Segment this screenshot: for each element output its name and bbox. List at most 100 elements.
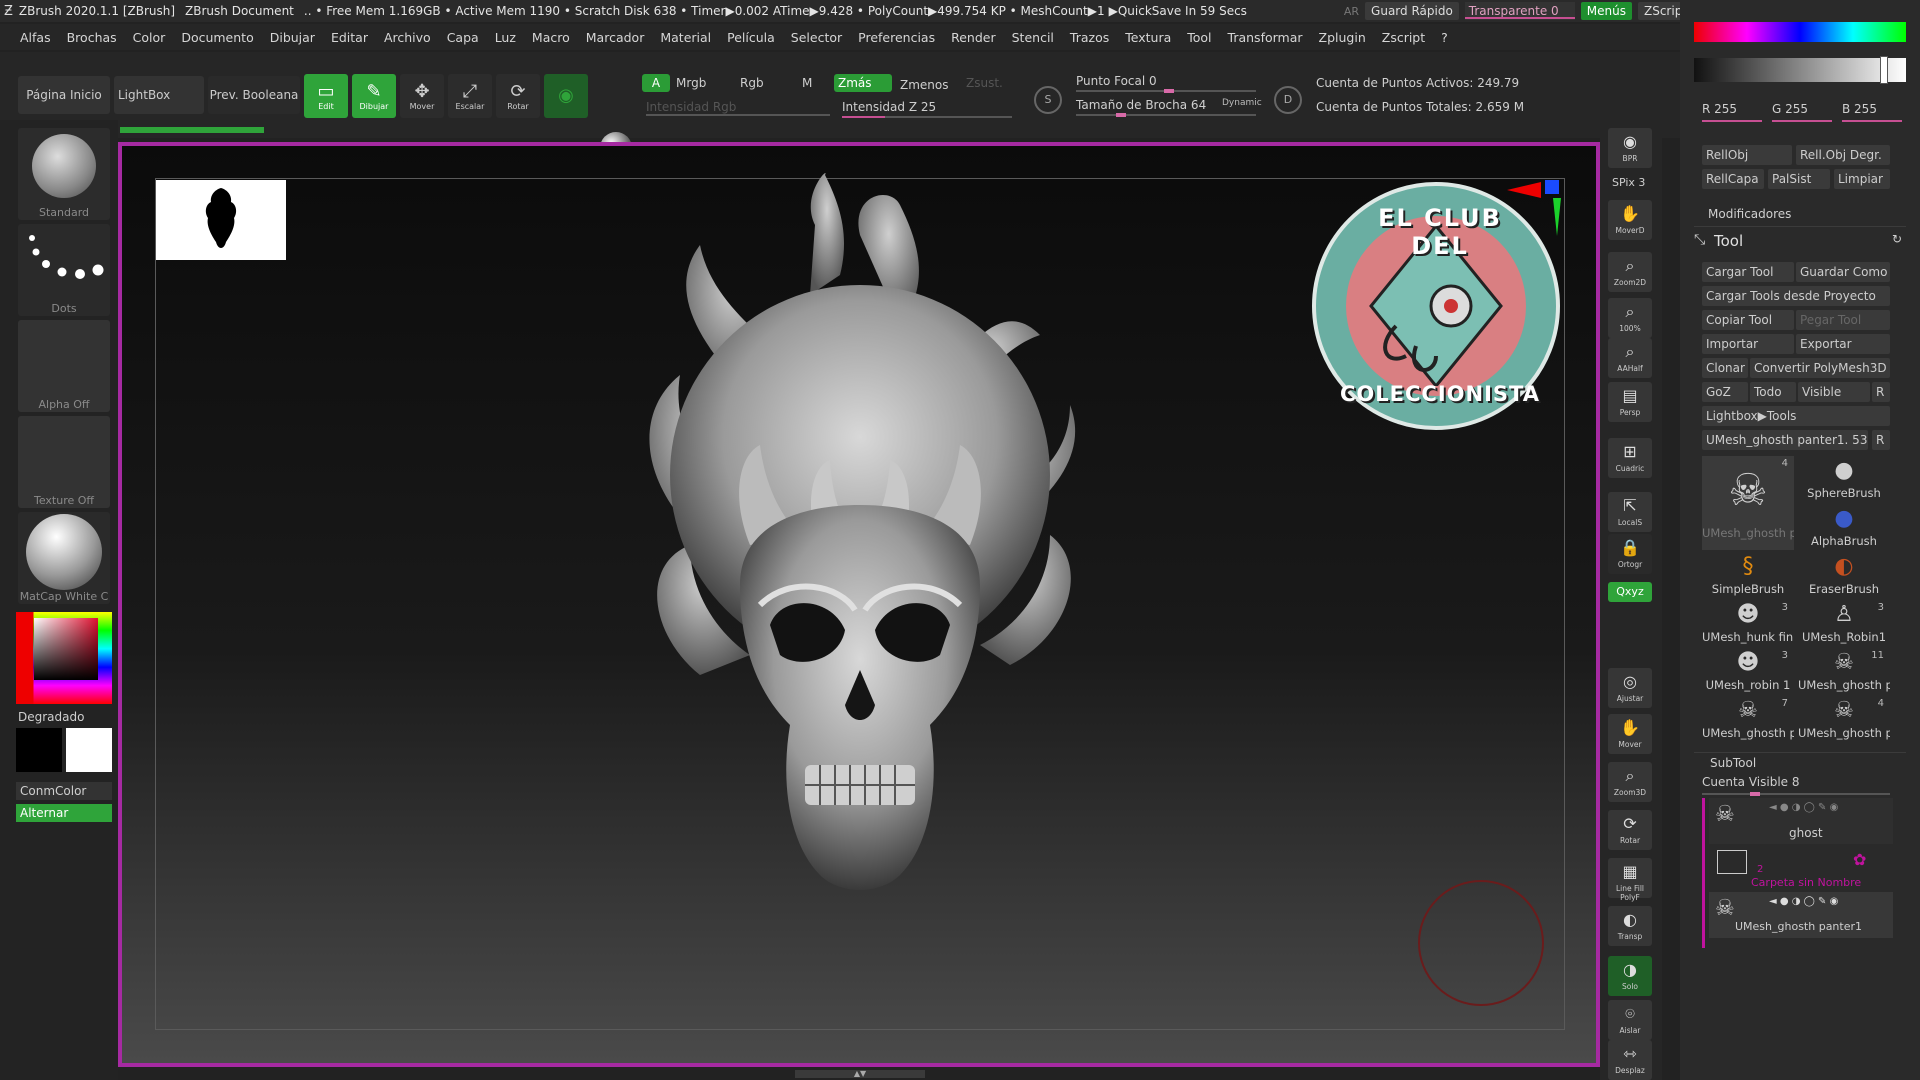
focal-point-label[interactable]: Punto Focal 0	[1076, 74, 1157, 88]
menu-3[interactable]: Documento	[173, 30, 261, 45]
tool-item[interactable]: ● SphereBrush	[1798, 456, 1890, 502]
shelf-btn-100-[interactable]: ⌕ 100%	[1608, 298, 1652, 338]
shelf-btn-rotar[interactable]: ⟳ Rotar	[1608, 810, 1652, 850]
shelf-btn-moverd[interactable]: ✋ MoverD	[1608, 200, 1652, 240]
lazy-mouse-icon[interactable]: S	[1034, 86, 1062, 114]
menu-19[interactable]: Tool	[1179, 30, 1219, 45]
load-project-tools-button[interactable]: Cargar Tools desde Proyecto	[1702, 286, 1890, 306]
focal-point-slider[interactable]	[1076, 89, 1256, 93]
menu-7[interactable]: Capa	[439, 30, 487, 45]
goz-button[interactable]: GoZ	[1702, 382, 1748, 402]
brush-size-slider[interactable]	[1076, 113, 1256, 117]
refresh-icon[interactable]: ↻	[1892, 232, 1902, 246]
tool-item[interactable]: ☠ UMesh_ghosth p 4	[1702, 456, 1794, 550]
gradient-slider-handle[interactable]	[1880, 56, 1888, 84]
spix-label[interactable]: SPix 3	[1612, 176, 1645, 189]
tool-item[interactable]: ☠ UMesh_ghosth p 4	[1798, 696, 1890, 742]
goz-visible-button[interactable]: Visible	[1798, 382, 1870, 402]
tool-item[interactable]: ● AlphaBrush	[1798, 504, 1890, 550]
alpha-channel-toggle[interactable]: A	[642, 74, 670, 92]
menu-10[interactable]: Marcador	[578, 30, 653, 45]
lightbox-tools-button[interactable]: Lightbox▶Tools	[1702, 406, 1890, 426]
shelf-btn-ajustar[interactable]: ◎ Ajustar	[1608, 668, 1652, 708]
rotate-button[interactable]: ⟳ Rotar	[496, 74, 540, 118]
alternate-button[interactable]: Alternar	[16, 804, 112, 822]
shelf-btn-locals[interactable]: ⇱ LocalS	[1608, 492, 1652, 532]
save-as-button[interactable]: Guardar Como	[1796, 262, 1890, 282]
z-intensity-slider[interactable]	[842, 116, 1012, 118]
red-value[interactable]: R 255	[1702, 102, 1737, 116]
export-button[interactable]: Exportar	[1796, 334, 1890, 354]
folder-gear-icon[interactable]: ✿	[1853, 850, 1866, 869]
subtool-folder-row[interactable]: 2 ✿ Carpeta sin Nombre	[1709, 848, 1893, 889]
tool-item[interactable]: § SimpleBrush	[1702, 552, 1794, 598]
fill-object-gradient-button[interactable]: Rell.Obj Degr.	[1796, 145, 1890, 165]
shelf-btn-aahalf[interactable]: ⌕ AAHalf	[1608, 338, 1652, 378]
convert-polymesh-button[interactable]: Convertir PolyMesh3D	[1750, 358, 1890, 378]
tool-item[interactable]: ☻ UMesh_hunk fini 3	[1702, 600, 1794, 646]
lightbox-button[interactable]: LightBox	[114, 76, 204, 114]
gradient-slider[interactable]	[1694, 58, 1906, 82]
menu-11[interactable]: Material	[652, 30, 719, 45]
goz-r-button[interactable]: R	[1872, 382, 1890, 402]
menu-20[interactable]: Transformar	[1220, 30, 1311, 45]
tool-item[interactable]: ☠ UMesh_ghosth p 11	[1798, 648, 1890, 694]
visible-count-slider[interactable]: Cuenta Visible 8	[1702, 775, 1800, 789]
current-tool-slider[interactable]: UMesh_ghosth panter1. 53	[1702, 430, 1868, 450]
draw-button[interactable]: ✎ Dibujar	[352, 74, 396, 118]
subtool-header[interactable]: SubTool	[1710, 756, 1756, 770]
edit-button[interactable]: ▭ Edit	[304, 74, 348, 118]
goz-all-button[interactable]: Todo	[1750, 382, 1796, 402]
menu-6[interactable]: Archivo	[376, 30, 439, 45]
mrgb-toggle[interactable]: Mrgb	[676, 76, 706, 90]
quick-save-button[interactable]: Guard Rápido	[1365, 2, 1459, 20]
boolean-preview-button[interactable]: Prev. Booleana	[208, 76, 300, 114]
menu-21[interactable]: Zplugin	[1311, 30, 1374, 45]
menu-1[interactable]: Brochas	[59, 30, 125, 45]
menu-13[interactable]: Selector	[783, 30, 850, 45]
tool-item[interactable]: ☻ UMesh_robin 1 3	[1702, 648, 1794, 694]
subtool-umesh-row[interactable]: ☠ ◄ ● ◑ ◯ ✎ ◉ UMesh_ghosth panter1	[1709, 892, 1893, 938]
axis-gizmo-icon[interactable]	[1505, 178, 1565, 238]
shelf-btn-solo[interactable]: ◑ Solo	[1608, 956, 1652, 996]
system-palette-button[interactable]: PalSist	[1768, 169, 1830, 189]
menu-15[interactable]: Render	[943, 30, 1004, 45]
menu-2[interactable]: Color	[125, 30, 174, 45]
menu-4[interactable]: Dibujar	[262, 30, 323, 45]
bottom-shelf-handle[interactable]: ▲▼	[795, 1070, 925, 1078]
shelf-btn-zoom3d[interactable]: ⌕ Zoom3D	[1608, 762, 1652, 802]
menu-16[interactable]: Stencil	[1004, 30, 1062, 45]
menu-14[interactable]: Preferencias	[850, 30, 943, 45]
brush-dynamics-icon[interactable]: D	[1274, 86, 1302, 114]
brush-size-label[interactable]: Tamaño de Brocha 64	[1076, 98, 1206, 112]
modifiers-header[interactable]: Modificadores	[1708, 207, 1791, 221]
import-button[interactable]: Importar	[1702, 334, 1794, 354]
shelf-btn-line-fill-polyf[interactable]: ▦ Line Fill PolyF	[1608, 858, 1652, 902]
blue-slider[interactable]	[1842, 120, 1902, 122]
m-toggle[interactable]: M	[802, 76, 812, 90]
shelf-btn-ortogr[interactable]: 🔒 Ortogr	[1608, 534, 1652, 574]
load-tool-button[interactable]: Cargar Tool	[1702, 262, 1794, 282]
navigation-thumbnail[interactable]	[156, 180, 286, 260]
move-button[interactable]: ✥ Mover	[400, 74, 444, 118]
subtool-toggles-2[interactable]: ◄ ● ◑ ◯ ✎ ◉	[1769, 896, 1838, 907]
zadd-toggle[interactable]: Zmás	[834, 74, 892, 92]
shelf-btn-transp[interactable]: ◐ Transp	[1608, 906, 1652, 946]
green-value[interactable]: G 255	[1772, 102, 1808, 116]
clear-button[interactable]: Limpiar	[1834, 169, 1890, 189]
tool-item[interactable]: ♙ UMesh_Robin1 3	[1798, 600, 1890, 646]
shelf-btn-mover[interactable]: ✋ Mover	[1608, 714, 1652, 754]
transparency-slider[interactable]: Transparente 0	[1464, 2, 1575, 20]
menus-toggle[interactable]: Menús	[1580, 2, 1632, 20]
green-slider[interactable]	[1772, 120, 1832, 122]
main-color-swatch-black[interactable]	[16, 728, 62, 772]
switch-color-button[interactable]: ConmColor	[16, 782, 112, 800]
shelf-btn-xyz[interactable]: Qxyz	[1608, 582, 1652, 602]
current-tool-r-button[interactable]: R	[1872, 430, 1890, 450]
skull-sculpt-model[interactable]	[600, 165, 1120, 980]
menu-9[interactable]: Macro	[524, 30, 578, 45]
sculptris-button[interactable]: ◉	[544, 74, 588, 118]
shelf-btn-cuadric[interactable]: ⊞ Cuadric	[1608, 438, 1652, 478]
menu-12[interactable]: Película	[719, 30, 783, 45]
scale-button[interactable]: ⤢ Escalar	[448, 74, 492, 118]
